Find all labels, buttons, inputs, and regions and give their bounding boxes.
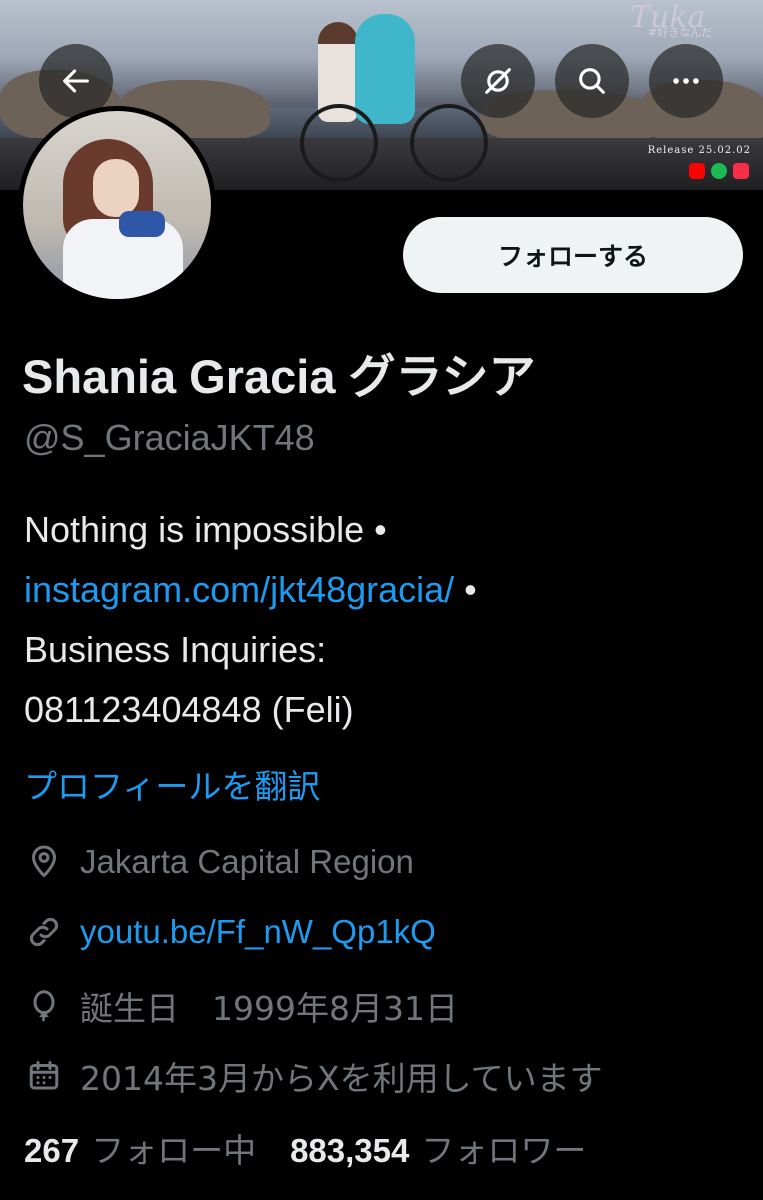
calendar-icon	[24, 1056, 64, 1096]
avatar-collar	[119, 211, 165, 237]
website-link[interactable]: youtu.be/Ff_nW_Qp1kQ	[80, 913, 436, 951]
birthday-row: 誕生日 1999年8月31日	[24, 982, 458, 1030]
search-icon	[579, 68, 605, 94]
bio: Nothing is impossible • instagram.com/jk…	[24, 500, 744, 740]
bio-line: Business Inquiries:	[24, 629, 327, 670]
bio-link[interactable]: instagram.com/jkt48gracia/	[24, 569, 454, 610]
avatar-face	[93, 159, 139, 217]
link-icon	[24, 912, 64, 952]
avatar[interactable]	[18, 106, 216, 304]
follow-stats: 267 フォロー中 883,354 フォロワー	[24, 1124, 586, 1172]
bio-line: Nothing is impossible •	[24, 509, 387, 550]
joined-text: 2014年3月からXを利用しています	[80, 1059, 603, 1098]
slash-circle-icon	[485, 68, 511, 94]
birthday-text: 誕生日 1999年8月31日	[80, 989, 458, 1028]
followers-count: 883,354	[290, 1132, 410, 1169]
translate-profile-link[interactable]: プロフィールを翻訳	[24, 760, 320, 808]
balloon-icon	[24, 986, 64, 1026]
more-button[interactable]	[649, 44, 723, 118]
spotify-icon	[711, 163, 727, 179]
joined-row: 2014年3月からXを利用しています	[24, 1052, 603, 1100]
youtube-icon	[689, 163, 705, 179]
bio-line: 081123404848 (Feli)	[24, 689, 354, 730]
website-row: youtu.be/Ff_nW_Qp1kQ	[24, 912, 436, 952]
followers-link[interactable]: 883,354 フォロワー	[290, 1124, 586, 1172]
location-pin-icon	[24, 842, 64, 882]
user-handle: @S_GraciaJKT48	[24, 417, 315, 458]
following-link[interactable]: 267 フォロー中	[24, 1124, 256, 1172]
banner-mascot	[355, 14, 415, 124]
banner-release-text: Release 25.02.02	[647, 145, 751, 156]
following-count: 267	[24, 1132, 80, 1169]
platform-icons	[689, 163, 749, 179]
following-label: フォロー中	[91, 1131, 257, 1170]
followers-label: フォロワー	[421, 1131, 587, 1170]
location-row: Jakarta Capital Region	[24, 842, 414, 882]
bicycle-wheel	[300, 104, 378, 182]
follow-button[interactable]: フォローする	[403, 217, 743, 293]
location-text: Jakarta Capital Region	[80, 843, 414, 880]
more-icon	[673, 78, 699, 84]
search-button[interactable]	[555, 44, 629, 118]
grok-button[interactable]	[461, 44, 535, 118]
display-name: Shania Gracia グラシア	[22, 350, 536, 403]
bicycle-wheel	[410, 104, 488, 182]
bio-link-line: instagram.com/jkt48gracia/ •	[24, 560, 744, 620]
banner-brand: Tuka #好きなんだ	[600, 0, 750, 48]
bio-link-suffix: •	[454, 569, 477, 610]
apple-music-icon	[733, 163, 749, 179]
back-arrow-icon	[63, 69, 89, 93]
banner-brand-subtitle: #好きなんだ	[648, 26, 713, 39]
